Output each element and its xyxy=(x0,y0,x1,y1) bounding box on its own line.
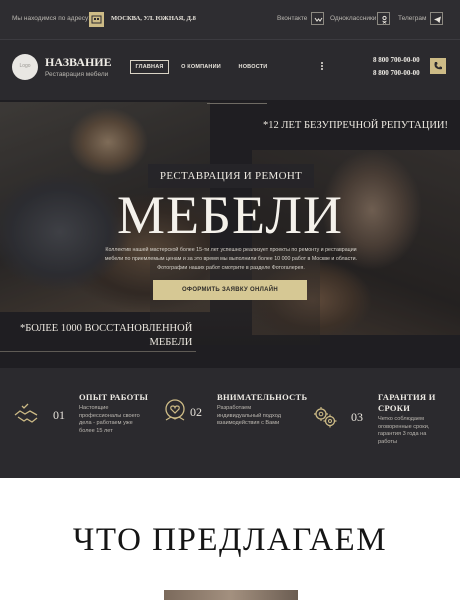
restored-tagline-line2: МЕБЕЛИ xyxy=(149,337,193,348)
feature-text-line: работы xyxy=(378,438,397,445)
map-pin-icon xyxy=(89,12,104,27)
nav-item-news[interactable]: НОВОСТИ xyxy=(234,60,272,74)
hero-section: *12 ЛЕТ БЕЗУПРЕЧНОЙ РЕПУТАЦИИ! РЕСТАВРАЦ… xyxy=(0,100,460,368)
offer-title: ЧТО ПРЕДЛАГАЕМ xyxy=(72,522,388,558)
more-menu-icon[interactable] xyxy=(319,61,325,73)
feature-text-line: Четко соблюдаем xyxy=(378,416,424,422)
features-section: 01 ОПЫТ РАБОТЫ Настоящие профессионалы с… xyxy=(0,368,460,478)
offer-section: ЧТО ПРЕДЛАГАЕМ xyxy=(0,478,460,600)
feature-number-1: 01 xyxy=(53,408,65,422)
gears-icon xyxy=(312,404,338,430)
feature-text-guarantee: Четко соблюдаем оговоренные сроки, гаран… xyxy=(378,416,429,446)
hero-title: МЕБЕЛИ xyxy=(117,185,343,245)
phone-icon[interactable] xyxy=(430,58,446,74)
feature-text-line: взаимодействия с Вами xyxy=(217,420,280,426)
feature-text-line: Разработаем xyxy=(217,405,252,411)
address-text: МОСКВА, УЛ. ЮЖНАЯ, Д.8 xyxy=(111,15,196,22)
feature-title-experience: ОПЫТ РАБОТЫ xyxy=(79,392,149,402)
feature-text-experience: Настоящие профессионалы своего дела - ра… xyxy=(79,405,140,435)
heart-hands-icon xyxy=(162,398,188,424)
brand-subtitle: Реставрация мебели xyxy=(45,71,109,78)
feature-title-line: СРОКИ xyxy=(378,403,411,413)
feature-text-line: профессионалы своего xyxy=(79,412,140,419)
hero-description: Коллектив нашей мастерской более 15-ти л… xyxy=(104,247,358,271)
divider-line xyxy=(207,103,267,104)
restored-tagline-line1: *БОЛЕЕ 1000 ВОССТАНОВЛЕННОЙ xyxy=(20,323,193,334)
logo-text: Logo xyxy=(19,63,31,69)
nav-item-home[interactable]: ГЛАВНАЯ xyxy=(130,60,169,74)
feature-text-line: Настоящие xyxy=(79,405,109,411)
feature-text-attention: Разработаем индивидуальный подход взаимо… xyxy=(217,405,281,428)
handshake-icon xyxy=(13,401,39,427)
telegram-icon[interactable] xyxy=(430,12,443,25)
feature-text-line: индивидуальный подход xyxy=(217,412,282,419)
divider-line xyxy=(0,351,196,352)
vk-icon[interactable] xyxy=(311,12,324,25)
feature-text-line: гарантия 3 года на xyxy=(378,431,427,437)
feature-title-attention: ВНИМАТЕЛЬНОСТЬ xyxy=(217,392,308,402)
feature-title-guarantee: ГАРАНТИЯ И СРОКИ xyxy=(378,392,436,414)
order-online-button[interactable]: ОФОРМИТЬ ЗАЯВКУ ОНЛАЙН xyxy=(153,280,307,300)
feature-text-line: дела - работаем уже xyxy=(79,420,133,426)
address-label: Мы находимся по адресу: xyxy=(12,15,91,22)
social-label-ok[interactable]: Одноклассники xyxy=(330,15,376,22)
brand-name[interactable]: НАЗВАНИЕ xyxy=(45,55,112,70)
reputation-tagline: *12 ЛЕТ БЕЗУПРЕЧНОЙ РЕПУТАЦИИ! xyxy=(263,120,448,131)
feature-number-2: 02 xyxy=(190,405,202,419)
social-label-vk[interactable]: Вконтакте xyxy=(277,15,307,22)
nav-item-about[interactable]: О КОМПАНИИ xyxy=(178,60,224,74)
phone-number-2[interactable]: 8 800 700-00-00 xyxy=(373,69,420,77)
top-bar: Мы находимся по адресу: МОСКВА, УЛ. ЮЖНА… xyxy=(0,0,460,40)
offer-image xyxy=(164,590,298,600)
feature-text-line: оговоренные сроки, xyxy=(378,423,430,430)
feature-number-3: 03 xyxy=(351,410,363,424)
phone-number-1[interactable]: 8 800 700-00-00 xyxy=(373,56,420,64)
logo[interactable]: Logo xyxy=(12,54,38,80)
feature-text-line: более 15 лет xyxy=(79,427,113,434)
feature-title-line: ГАРАНТИЯ И xyxy=(378,392,436,402)
odnoklassniki-icon[interactable] xyxy=(377,12,390,25)
social-label-telegram[interactable]: Телеграм xyxy=(398,15,426,22)
restored-furniture-tagline: *БОЛЕЕ 1000 ВОССТАНОВЛЕННОЙ МЕБЕЛИ xyxy=(20,322,192,350)
site-header: Logo НАЗВАНИЕ Реставрация мебели ГЛАВНАЯ… xyxy=(0,41,460,99)
